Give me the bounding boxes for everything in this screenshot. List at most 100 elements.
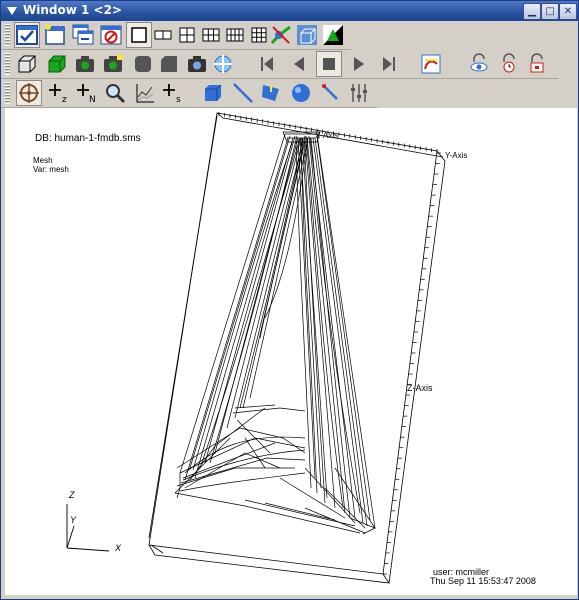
toolbar-grip[interactable] (5, 82, 10, 104)
zone-pick-icon: z (49, 84, 67, 105)
recenter-icon (214, 55, 232, 73)
layout-1x1-button[interactable] (126, 22, 152, 48)
pick-button[interactable] (419, 52, 443, 76)
layout-2x2-button[interactable] (175, 23, 199, 47)
spreadsheet-pick-button[interactable]: s (161, 81, 185, 105)
green-cube-icon (48, 55, 66, 73)
clone-window-button[interactable] (71, 23, 95, 47)
layout-2x4-button[interactable] (223, 23, 247, 47)
view-mode-button[interactable] (15, 52, 39, 76)
save-image-button[interactable] (185, 52, 209, 76)
plane-tool-icon (262, 84, 279, 101)
triad-z-label: Z (69, 490, 75, 500)
layout-3x3-button[interactable] (247, 23, 271, 47)
layout-3x3-icon (251, 27, 267, 43)
dark-shape-button[interactable] (131, 52, 155, 76)
layout-1x2-button[interactable] (151, 23, 175, 47)
layout-2x2-icon (179, 27, 195, 43)
layout-2x3-icon (202, 28, 220, 42)
add-window-button[interactable] (43, 23, 67, 47)
node-pick-button[interactable]: N (75, 81, 99, 105)
lock-view-button[interactable] (45, 52, 69, 76)
delete-window-button[interactable] (99, 23, 123, 47)
new-window-icon (45, 24, 65, 45)
dark-folder-button[interactable] (157, 52, 181, 76)
visualization-canvas[interactable]: DB: human-1-fmdb.sms Mesh Var: mesh X-Ax… (5, 108, 577, 596)
bounding-box-icon (297, 25, 317, 45)
lock-eye-icon (470, 53, 488, 72)
window-bottom-border (1, 595, 578, 599)
title-bar[interactable]: Window 1 <2> ▁ □ ✕ (1, 1, 578, 21)
zoom-button[interactable] (103, 81, 127, 105)
stop-button[interactable] (316, 51, 342, 77)
close-icon: ✕ (563, 6, 573, 17)
visit-window: Window 1 <2> ▁ □ ✕ z N s DB: human-1-fmd… (0, 0, 579, 600)
delete-window-icon (100, 25, 122, 45)
cube-outline-icon (18, 55, 36, 73)
lineout-button[interactable] (133, 81, 157, 105)
dark-folder-icon (161, 56, 177, 72)
layout-2x3-button[interactable] (199, 23, 223, 47)
active-window-icon (16, 25, 38, 45)
lock-clock-icon (503, 53, 515, 73)
close-button[interactable]: ✕ (559, 3, 577, 20)
layout-1x1-icon (131, 27, 147, 43)
spin-mode-button[interactable] (269, 23, 293, 47)
line-tool-button[interactable] (231, 81, 255, 105)
toolbar-grip[interactable] (5, 24, 10, 46)
navigate-mode-button[interactable] (16, 80, 42, 106)
toolbar-grip[interactable] (5, 53, 10, 75)
palette-icon (421, 54, 441, 74)
recenter-button[interactable] (211, 52, 235, 76)
lock-time-toggle[interactable] (497, 52, 521, 76)
svg-text:N: N (89, 95, 96, 105)
triad-x-label: X (115, 543, 122, 553)
point-tool-button[interactable] (319, 81, 343, 105)
sphere-tool-button[interactable] (289, 81, 313, 105)
box-tool-button[interactable] (201, 81, 225, 105)
step-back-button[interactable] (287, 52, 311, 76)
node-pick-icon: N (77, 84, 96, 105)
point-tool-icon (322, 84, 338, 100)
x-axis-label: X-Axis (315, 131, 339, 140)
lineout-icon (136, 84, 154, 103)
lock-view-toggle[interactable] (467, 52, 491, 76)
spreadsheet-pick-icon: s (163, 84, 181, 105)
magnifier-icon (106, 84, 126, 104)
layout-1x2-icon (154, 30, 172, 40)
animation-toolbar (1, 50, 558, 79)
step-forward-button[interactable] (377, 52, 401, 76)
box-tool-icon (205, 84, 222, 101)
camera-icon (188, 56, 206, 72)
maximize-button[interactable]: □ (541, 3, 559, 20)
camera-lock-button[interactable] (101, 52, 125, 76)
play-reverse-icon (294, 57, 304, 71)
invert-background-button[interactable] (321, 23, 345, 47)
compass-icon (19, 83, 39, 103)
skip-back-icon (261, 57, 273, 71)
y-axis-label: Y-Axis (445, 151, 468, 160)
maximize-icon: □ (545, 6, 555, 17)
stop-icon (323, 58, 335, 70)
window-menu-icon[interactable] (5, 4, 19, 18)
svg-text:s: s (176, 95, 181, 105)
camera-save-button[interactable] (73, 52, 97, 76)
reverse-play-button[interactable] (255, 52, 279, 76)
sphere-tool-icon (292, 84, 310, 102)
play-button[interactable] (347, 52, 371, 76)
zone-pick-button[interactable]: z (47, 81, 71, 105)
spin-mode-icon (270, 25, 291, 44)
lock-tools-toggle[interactable] (525, 52, 549, 76)
bounding-box-button[interactable] (295, 23, 319, 47)
plane-tool-button[interactable] (259, 81, 283, 105)
timestamp-label: Thu Sep 11 15:53:47 2008 (430, 576, 536, 586)
active-window-button[interactable] (14, 22, 40, 48)
svg-text:z: z (62, 95, 67, 105)
camera-green-icon (76, 56, 94, 72)
layout-2x4-icon (226, 28, 244, 42)
invert-background-icon (323, 25, 343, 45)
minimize-button[interactable]: ▁ (523, 3, 541, 20)
axis-restrict-button[interactable] (347, 81, 371, 105)
triad-y-label: Y (70, 515, 77, 525)
play-icon (354, 57, 364, 71)
